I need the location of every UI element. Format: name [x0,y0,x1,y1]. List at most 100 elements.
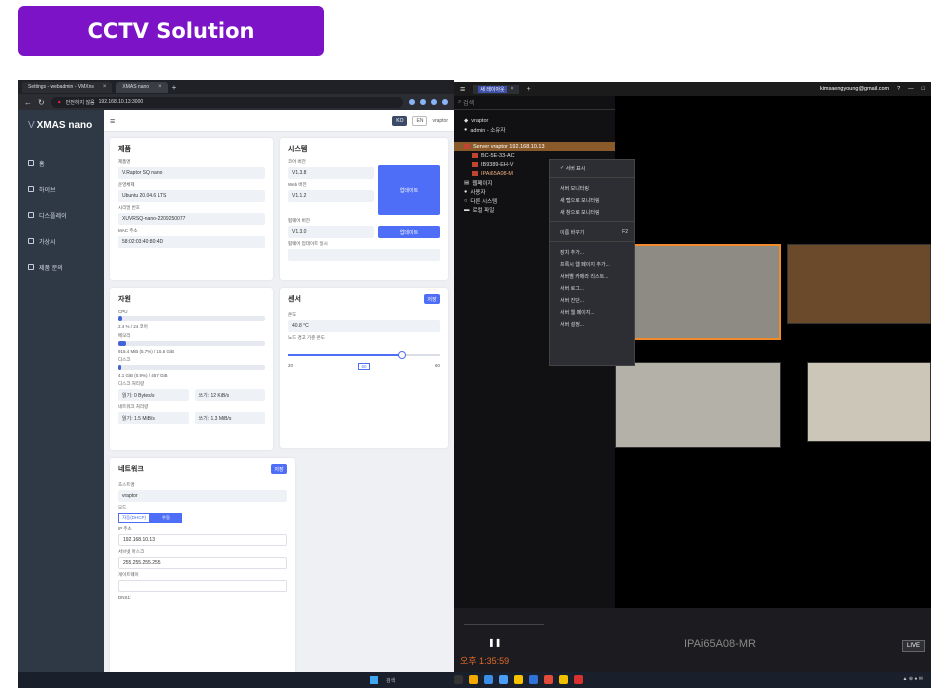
taskview-icon[interactable] [454,675,463,684]
extension-icon[interactable] [442,99,448,105]
help-icon[interactable]: ? [897,86,900,92]
tree-search[interactable]: ⌕ 검색 [454,96,615,110]
close-icon[interactable]: × [158,84,162,90]
group-label: 다른 시스템 [470,198,498,205]
browser-icon[interactable] [484,675,493,684]
menu-icon[interactable]: ≡ [460,84,465,94]
menu-item-monitor-window[interactable]: 새 창으로 모니터링 [550,206,634,218]
tree-user[interactable]: ◆ vraptor [454,116,615,125]
temperature-field: 40.8 °C [288,320,440,332]
app-icon[interactable] [559,675,568,684]
network-save-button[interactable]: 저장 [271,464,287,474]
timeline-slider[interactable] [464,624,544,625]
field-label: 게이트웨이 [118,572,139,577]
web-version-field: V1.1.2 [288,190,374,202]
app-icon[interactable] [544,675,553,684]
app-icon[interactable] [574,675,583,684]
new-tab-icon[interactable]: + [172,83,177,92]
mode-manual-button[interactable]: 수동 [150,513,182,523]
slider-handle[interactable] [398,351,406,359]
pause-icon[interactable]: ❚❚ [488,638,501,647]
field-label: DNS1: [118,595,132,600]
menu-item-settings[interactable]: 서버 설정... [550,318,634,330]
system-tray[interactable]: ▲ ⊕ ● ✉ [902,676,923,682]
taskbar-search[interactable]: 검색 [382,676,422,684]
add-tab-icon[interactable]: + [527,86,531,93]
windows-start-icon[interactable] [370,676,378,684]
close-icon[interactable]: × [511,86,514,92]
current-time: 오후 1:35:59 [460,656,510,666]
browser-tab[interactable]: Settings - webadmin - VMXns × [22,81,113,93]
extension-icon[interactable] [431,99,437,105]
app-icon[interactable] [514,675,523,684]
menu-item-camera-list[interactable]: 서버별 카메라 리스트... [550,270,634,282]
logo-text: XMAS nano [36,120,93,131]
sidebar-item-contact[interactable]: 제품 문의 [28,254,104,280]
camera-tile[interactable]: ▪▪▪ [615,244,781,340]
browser-tab-active[interactable]: XMAS nano × [116,81,168,93]
app-icon[interactable] [499,675,508,684]
menu-item-monitor[interactable]: 서버 모니터링 [550,182,634,194]
url-warning: 안전하지 않음 [65,99,95,106]
mode-dhcp-button[interactable]: 자동(DHCP) [118,513,150,523]
menu-item-monitor-tab[interactable]: 새 탭으로 모니터링 [550,194,634,206]
menu-item-rename[interactable]: 이름 바꾸기 F2 [550,226,634,238]
user-menu[interactable]: vraptor [432,118,448,124]
live-button[interactable]: LIVE [901,640,925,652]
ip-field[interactable]: 192.168.10.13 [118,534,287,546]
menu-item-server-log[interactable]: 서버 로그... [550,282,634,294]
camera-tile[interactable] [787,244,931,324]
camera-icon [472,162,478,167]
firmware-update-button[interactable]: 업데이트 [378,226,440,238]
sidebar-item-hive[interactable]: 하이브 [28,176,104,202]
menu-icon[interactable]: ≡ [110,116,115,126]
lang-ko-button[interactable]: KO [392,115,408,126]
menu-item-add-device[interactable]: 장치 추가... [550,246,634,258]
search-placeholder: 검색 [463,101,475,107]
field-label: 모드 [118,505,127,510]
logo-mark-icon: V [28,120,35,131]
sensor-save-button[interactable]: 저장 [424,294,440,304]
firmware-update-date-field [288,249,440,261]
group-label: 사용자 [470,189,486,196]
explorer-icon[interactable] [469,675,478,684]
extension-icon[interactable] [409,99,415,105]
layout-tab[interactable]: 새 레이아웃 × [473,84,519,94]
sidebar-item-display[interactable]: 디스플레이 [28,202,104,228]
reload-icon[interactable]: ↻ [38,98,45,107]
gateway-field[interactable] [118,580,287,592]
menu-item-add-proxy[interactable]: 프록시 웹 페이지 추가... [550,258,634,270]
tab-label: XMAS nano [122,84,150,90]
card-title: 시스템 [288,146,308,153]
menu-item-diagnostics[interactable]: 서버 진단... [550,294,634,306]
server-label: Server vraptor 192.168.10.13 [473,143,545,150]
sidebar-item-virtual[interactable]: 가상시 [28,228,104,254]
tree-server[interactable]: Server vraptor 192.168.10.13 [454,142,615,151]
camera-tile[interactable] [615,362,781,448]
camera-tile[interactable] [807,362,931,442]
field-label: 디스크 [118,357,131,362]
subnet-field[interactable]: 255.255.255.255 [118,557,287,569]
tree-user-role: ● admin - 소유자 [454,125,615,134]
maximize-icon[interactable]: □ [922,86,925,92]
update-button[interactable]: 업데이트 [378,165,440,215]
lang-en-button[interactable]: EN [412,115,428,126]
sensor-card: 센서 저장 온도 40.8 °C 노드 경고 기준 온도 20 50 60 [280,288,448,448]
minimize-icon[interactable]: — [908,86,914,92]
app-icon[interactable] [529,675,538,684]
close-icon[interactable]: × [103,84,107,90]
account-label[interactable]: kimsaengyoung@gmail.com [820,86,889,92]
memory-value: 918.4 MiB (5.7%) / 15.6 GiB [118,349,175,354]
resources-card: 자원 CPU 2.4 % / 24 코어 메모리 918.4 MiB (5.7%… [110,288,273,450]
menu-item-show-server[interactable]: ✓ 서버 표시 [550,162,634,174]
url-field[interactable]: ▲ 안전하지 않음 192.168.10.13:3000 [50,96,403,108]
sidebar-item-home[interactable]: 홈 [28,150,104,176]
hostname-field[interactable]: vraptor [118,490,287,502]
menu-item-webpage[interactable]: 서버 웹 페이지... [550,306,634,318]
threshold-slider[interactable] [288,349,440,363]
extension-icon[interactable] [420,99,426,105]
slider-min: 20 [288,363,294,368]
back-icon[interactable]: ← [24,98,32,107]
url-text: 192.168.10.13:3000 [98,99,144,105]
net-read-field: 읽기: 1.5 MiB/s [118,412,189,424]
